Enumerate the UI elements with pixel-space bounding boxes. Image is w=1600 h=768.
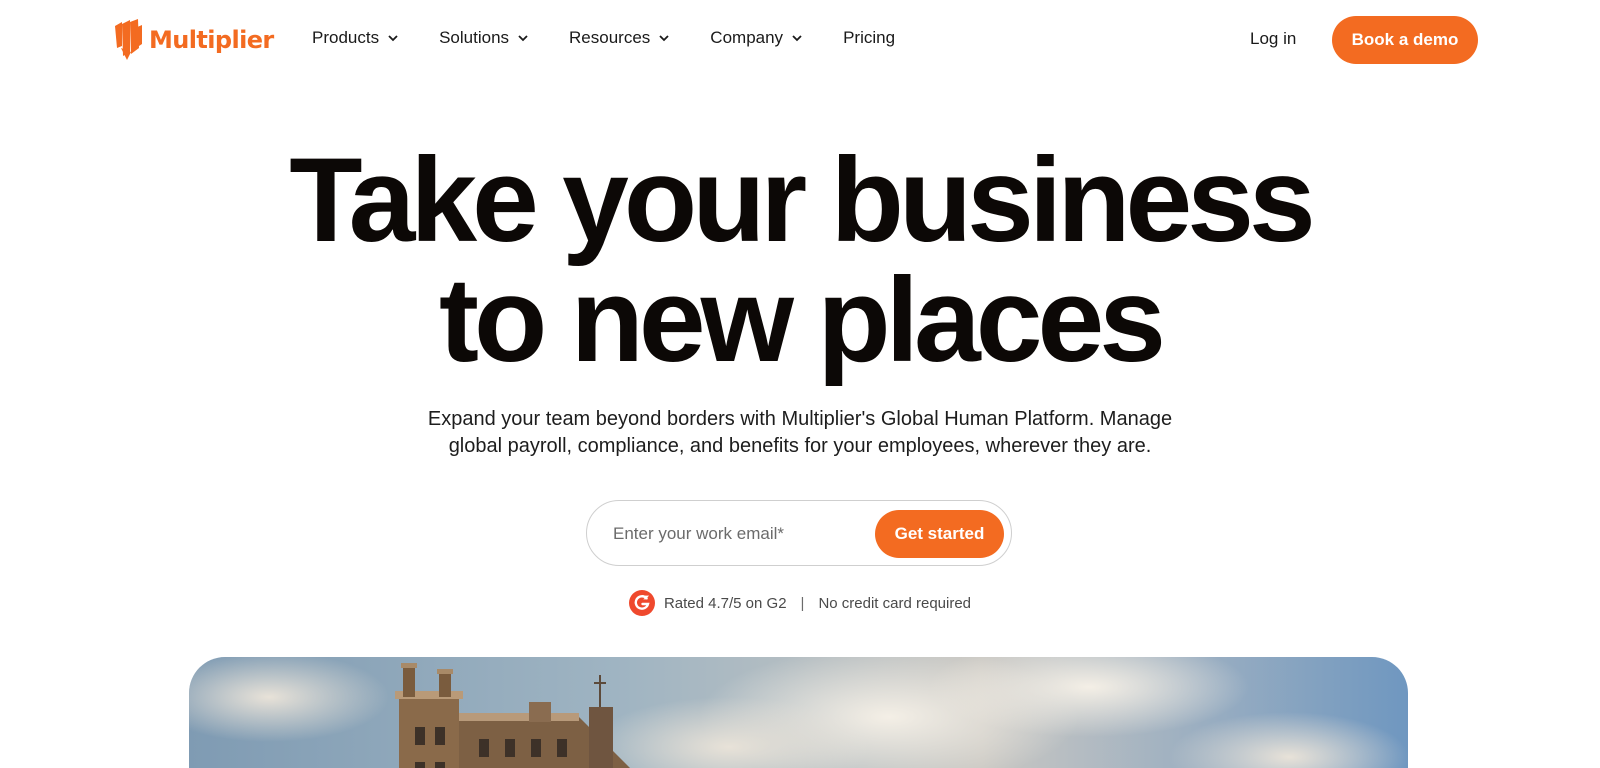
nav-item-label: Company bbox=[710, 28, 784, 47]
multiplier-logo-icon bbox=[115, 19, 142, 60]
login-link[interactable]: Log in bbox=[1250, 29, 1296, 49]
page: Multiplier Products Solutions Resources … bbox=[0, 0, 1600, 768]
hero-headline-line-1: Take your business bbox=[289, 133, 1316, 267]
nav-item-label: Products bbox=[312, 28, 380, 47]
g2-rating-text: Rated 4.7/5 on G2 bbox=[663, 594, 787, 612]
building-and-sky-photo bbox=[189, 657, 1408, 768]
book-demo-button[interactable]: Book a demo bbox=[1332, 16, 1478, 64]
chevron-down-icon bbox=[388, 35, 398, 42]
logo[interactable]: Multiplier bbox=[113, 18, 274, 62]
nav-item-label: Pricing bbox=[843, 28, 896, 47]
hero-subhead-line-1: Expand your team beyond borders with Mul… bbox=[427, 408, 1173, 430]
nav-item-pricing[interactable]: Pricing bbox=[843, 28, 895, 48]
nav-item-solutions[interactable]: Solutions bbox=[439, 28, 529, 48]
email-signup-form: Get started bbox=[586, 500, 1012, 566]
trust-row: Rated 4.7/5 on G2 | No credit card requi… bbox=[0, 590, 1600, 616]
logo-wordmark: Multiplier bbox=[149, 26, 274, 54]
separator: | bbox=[800, 594, 805, 612]
hero-headline-line-2: to new places bbox=[439, 253, 1166, 387]
g2-logo-icon[interactable] bbox=[628, 590, 655, 616]
hero-subhead-line-2: global payroll, compliance, and benefits… bbox=[448, 435, 1152, 457]
top-navigation: Multiplier Products Solutions Resources … bbox=[0, 0, 1600, 80]
nav-item-company[interactable]: Company bbox=[710, 28, 803, 48]
nav-item-label: Solutions bbox=[439, 28, 510, 47]
hero-headline: Take your business to new places bbox=[0, 140, 1600, 380]
nav-item-resources[interactable]: Resources bbox=[569, 28, 670, 48]
hero-subhead: Expand your team beyond borders with Mul… bbox=[380, 406, 1220, 460]
hero-photo bbox=[189, 657, 1408, 768]
main-menu: Products Solutions Resources Company Pri… bbox=[312, 28, 935, 48]
no-credit-card-note: No credit card required bbox=[818, 594, 972, 612]
nav-item-label: Resources bbox=[569, 28, 651, 47]
work-email-input[interactable] bbox=[613, 519, 863, 549]
get-started-button[interactable]: Get started bbox=[875, 510, 1004, 558]
chevron-down-icon bbox=[518, 35, 528, 42]
nav-item-products[interactable]: Products bbox=[312, 28, 399, 48]
chevron-down-icon bbox=[659, 35, 669, 42]
chevron-down-icon bbox=[792, 35, 802, 42]
